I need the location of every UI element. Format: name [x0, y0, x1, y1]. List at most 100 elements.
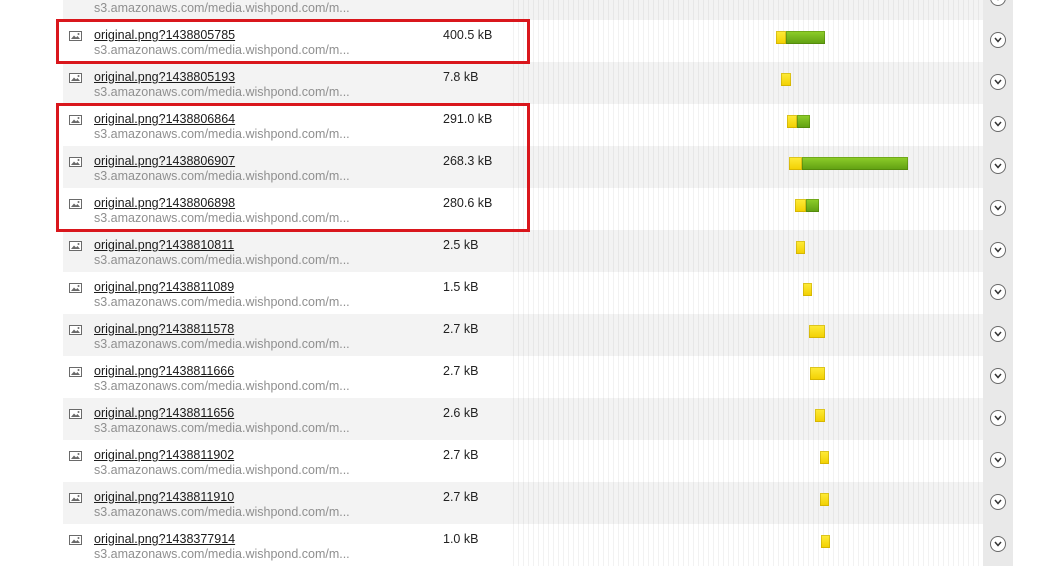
request-row[interactable]: original.png?1438806864 s3.amazonaws.com…	[63, 104, 1013, 146]
request-name-cell: original.png?1438811578 s3.amazonaws.com…	[63, 314, 513, 356]
chevron-down-icon	[994, 331, 1002, 337]
expand-column	[983, 524, 1013, 566]
request-timing-bar	[820, 535, 831, 548]
request-row[interactable]: original.png?1438811902 s3.amazonaws.com…	[63, 440, 1013, 482]
request-row[interactable]: original.png?1438377914 s3.amazonaws.com…	[63, 524, 1013, 566]
expand-row-button[interactable]	[990, 536, 1006, 552]
waterfall-timeline	[513, 146, 983, 188]
request-file-link[interactable]: original.png?1438811666	[94, 364, 234, 378]
waterfall-timeline	[513, 398, 983, 440]
expand-row-button[interactable]	[990, 494, 1006, 510]
image-file-icon	[69, 199, 82, 209]
request-domain: s3.amazonaws.com/media.wishpond.com/m...	[94, 211, 350, 225]
request-timing-bar	[815, 409, 826, 422]
expand-column	[983, 62, 1013, 104]
request-domain: s3.amazonaws.com/media.wishpond.com/m...	[94, 169, 350, 183]
expand-row-button[interactable]	[990, 410, 1006, 426]
request-domain: s3.amazonaws.com/media.wishpond.com/m...	[94, 379, 350, 393]
waterfall-timeline	[513, 524, 983, 566]
waiting-segment	[780, 73, 791, 86]
waiting-segment	[819, 451, 830, 464]
chevron-down-icon	[994, 163, 1002, 169]
image-file-icon	[69, 157, 82, 167]
request-size: 268.3 kB	[443, 154, 493, 168]
image-file-icon	[69, 493, 82, 503]
request-domain: s3.amazonaws.com/media.wishpond.com/m...	[94, 463, 350, 477]
chevron-down-icon	[994, 247, 1002, 253]
request-file-link[interactable]: original.png?1438806898	[94, 196, 235, 210]
waiting-segment	[819, 493, 830, 506]
request-name-cell: original.png?1438805785 s3.amazonaws.com…	[63, 20, 513, 62]
request-row[interactable]: original.png?1438810811 s3.amazonaws.com…	[63, 230, 1013, 272]
expand-row-button[interactable]	[990, 158, 1006, 174]
waiting-segment	[809, 325, 826, 338]
expand-column	[983, 314, 1013, 356]
request-domain: s3.amazonaws.com/media.wishpond.com/m...	[94, 43, 350, 57]
expand-row-button[interactable]	[990, 0, 1006, 6]
request-file-link[interactable]: original.png?1438811902	[94, 448, 234, 462]
request-row[interactable]: original.png?1438806898 s3.amazonaws.com…	[63, 188, 1013, 230]
request-file-link[interactable]: original.png?1438811578	[94, 322, 234, 336]
network-request-list: original.png?1438804775 s3.amazonaws.com…	[63, 0, 1013, 568]
request-file-link[interactable]: original.png?1438377914	[94, 532, 235, 546]
waterfall-timeline	[513, 356, 983, 398]
request-row[interactable]: original.png?1438811656 s3.amazonaws.com…	[63, 398, 1013, 440]
request-name-cell: original.png?1438806864 s3.amazonaws.com…	[63, 104, 513, 146]
chevron-down-icon	[994, 289, 1002, 295]
waterfall-timeline	[513, 62, 983, 104]
expand-column	[983, 398, 1013, 440]
chevron-down-icon	[994, 373, 1002, 379]
request-row[interactable]: original.png?1438811666 s3.amazonaws.com…	[63, 356, 1013, 398]
request-row[interactable]: original.png?1438805193 s3.amazonaws.com…	[63, 62, 1013, 104]
request-file-link[interactable]: original.png?1438806907	[94, 154, 235, 168]
request-file-link[interactable]: original.png?1438806864	[94, 112, 235, 126]
request-name-cell: original.png?1438806907 s3.amazonaws.com…	[63, 146, 513, 188]
expand-column	[983, 146, 1013, 188]
chevron-down-icon	[994, 415, 1002, 421]
request-file-link[interactable]: original.png?1438810811	[94, 238, 234, 252]
request-timing-bar	[810, 367, 826, 380]
expand-row-button[interactable]	[990, 326, 1006, 342]
request-timing-bar	[819, 493, 830, 506]
chevron-down-icon	[997, 0, 999, 1]
image-file-icon	[69, 325, 82, 335]
request-row[interactable]: original.png?1438811089 s3.amazonaws.com…	[63, 272, 1013, 314]
request-row[interactable]: original.png?1438806907 s3.amazonaws.com…	[63, 146, 1013, 188]
request-name-cell: original.png?1438811666 s3.amazonaws.com…	[63, 356, 513, 398]
request-size: 2.7 kB	[443, 490, 479, 504]
request-file-link[interactable]: original.png?1438805193	[94, 70, 235, 84]
request-name-cell: original.png?1438806898 s3.amazonaws.com…	[63, 188, 513, 230]
request-size: 1.5 kB	[443, 280, 479, 294]
request-file-link[interactable]: original.png?1438811910	[94, 490, 234, 504]
chevron-down-icon	[994, 205, 1002, 211]
expand-row-button[interactable]	[990, 116, 1006, 132]
expand-row-button[interactable]	[990, 74, 1006, 90]
request-timing-bar	[795, 199, 819, 212]
request-file-link[interactable]: original.png?1438805785	[94, 28, 235, 42]
expand-column	[983, 0, 1013, 20]
expand-column	[983, 188, 1013, 230]
expand-row-button[interactable]	[990, 284, 1006, 300]
request-name-cell: original.png?1438811656 s3.amazonaws.com…	[63, 398, 513, 440]
image-file-icon	[69, 115, 82, 125]
request-row[interactable]: original.png?1438804775 s3.amazonaws.com…	[63, 0, 1013, 20]
expand-row-button[interactable]	[990, 242, 1006, 258]
request-timing-bar	[786, 115, 811, 128]
waterfall-timeline	[513, 482, 983, 524]
request-file-link[interactable]: original.png?1438811656	[94, 406, 234, 420]
expand-row-button[interactable]	[990, 368, 1006, 384]
expand-row-button[interactable]	[990, 32, 1006, 48]
image-file-icon	[69, 31, 82, 41]
expand-row-button[interactable]	[990, 452, 1006, 468]
waiting-segment	[820, 535, 831, 548]
request-row[interactable]: original.png?1438811578 s3.amazonaws.com…	[63, 314, 1013, 356]
request-file-link[interactable]: original.png?1438811089	[94, 280, 234, 294]
request-domain: s3.amazonaws.com/media.wishpond.com/m...	[94, 337, 350, 351]
request-row[interactable]: original.png?1438805785 s3.amazonaws.com…	[63, 20, 1013, 62]
waiting-segment	[786, 115, 798, 128]
image-file-icon	[69, 409, 82, 419]
waterfall-timeline	[513, 188, 983, 230]
chevron-down-icon	[994, 499, 1002, 505]
expand-row-button[interactable]	[990, 200, 1006, 216]
request-row[interactable]: original.png?1438811910 s3.amazonaws.com…	[63, 482, 1013, 524]
